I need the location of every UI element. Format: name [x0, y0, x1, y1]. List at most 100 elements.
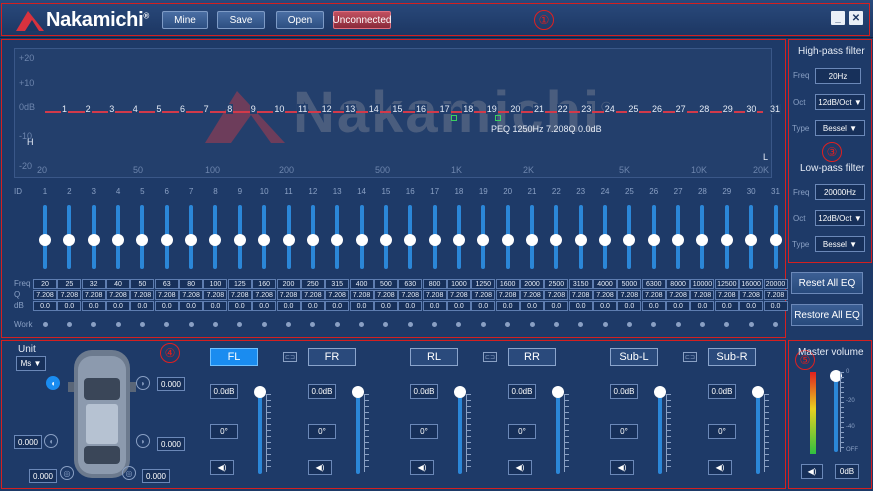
save-button[interactable]: Save	[217, 11, 265, 29]
reset-all-eq-button[interactable]: Reset All EQ	[791, 272, 863, 294]
band-freq-cell[interactable]: 2000	[520, 279, 544, 289]
band-freq-cell[interactable]: 1600	[495, 279, 520, 289]
graph-band-number[interactable]: 7	[202, 104, 210, 114]
band-freq-cell[interactable]: 20000	[763, 279, 788, 289]
band-q-cell[interactable]: 7.208	[57, 290, 82, 300]
channel-gain-knob[interactable]	[552, 386, 564, 398]
channel-gain-knob[interactable]	[752, 386, 764, 398]
band-freq-cell[interactable]: 5000	[617, 279, 642, 289]
link-channels-icon[interactable]: ⊏⊐	[683, 352, 697, 362]
subwoofer-l-icon[interactable]: ◎	[60, 466, 74, 480]
channel-gain-slider[interactable]	[552, 386, 564, 474]
channel-gain-slider[interactable]	[254, 386, 266, 474]
delay-fr-input[interactable]: 0.000	[157, 377, 185, 391]
graph-band-number[interactable]: 26	[651, 104, 664, 114]
band-gain-slider[interactable]	[404, 205, 417, 269]
band-gain-knob[interactable]	[258, 234, 271, 246]
band-freq-cell[interactable]: 800	[422, 279, 447, 289]
band-work-indicator[interactable]	[91, 322, 97, 327]
graph-band-number[interactable]: 3	[108, 104, 116, 114]
graph-band-number[interactable]: 29	[721, 104, 734, 114]
band-work-indicator[interactable]	[310, 322, 316, 327]
channel-gain-slider[interactable]	[454, 386, 466, 474]
band-q-cell[interactable]: 7.208	[252, 290, 277, 300]
band-freq-cell[interactable]: 125	[227, 279, 252, 289]
band-db-cell[interactable]: 0.0	[203, 301, 228, 311]
band-db-cell[interactable]: 0.0	[739, 301, 764, 311]
channel-gain-knob[interactable]	[454, 386, 466, 398]
band-gain-slider[interactable]	[574, 205, 587, 269]
band-gain-knob[interactable]	[574, 234, 587, 246]
band-freq-cell[interactable]: 1000	[446, 279, 471, 289]
selected-band-marker[interactable]	[451, 115, 457, 121]
channel-mute-icon[interactable]: ◀)	[610, 460, 634, 475]
band-gain-slider[interactable]	[112, 205, 125, 269]
channel-gain-slider[interactable]	[352, 386, 364, 474]
band-gain-knob[interactable]	[599, 234, 612, 246]
band-gain-knob[interactable]	[623, 234, 636, 246]
band-db-cell[interactable]: 0.0	[398, 301, 423, 311]
band-work-indicator[interactable]	[212, 322, 218, 327]
band-work-indicator[interactable]	[237, 322, 243, 327]
graph-band-number[interactable]: 15	[391, 104, 404, 114]
band-db-cell[interactable]: 0.0	[471, 301, 496, 311]
band-work-indicator[interactable]	[675, 322, 681, 327]
channel-phase-button[interactable]: 0°	[308, 424, 336, 439]
band-freq-cell[interactable]: 1250	[471, 279, 496, 289]
graph-band-number[interactable]: 25	[627, 104, 640, 114]
band-gain-slider[interactable]	[745, 205, 758, 269]
band-db-cell[interactable]: 0.0	[81, 301, 106, 311]
channel-phase-button[interactable]: 0°	[508, 424, 536, 439]
band-work-indicator[interactable]	[651, 322, 657, 327]
band-freq-cell[interactable]: 500	[373, 279, 398, 289]
band-db-cell[interactable]: 0.0	[130, 301, 155, 311]
band-gain-knob[interactable]	[720, 234, 733, 246]
channel-gain-value[interactable]: 0.0dB	[508, 384, 536, 399]
graph-band-number[interactable]: 5	[155, 104, 163, 114]
channel-mute-icon[interactable]: ◀)	[508, 460, 532, 475]
band-work-indicator[interactable]	[383, 322, 389, 327]
band-gain-knob[interactable]	[39, 234, 51, 246]
band-work-indicator[interactable]	[164, 322, 170, 327]
graph-band-number[interactable]: 17	[438, 104, 451, 114]
band-q-cell[interactable]: 7.208	[227, 290, 252, 300]
band-q-cell[interactable]: 7.208	[446, 290, 471, 300]
band-freq-cell[interactable]: 32	[81, 279, 106, 289]
band-db-cell[interactable]: 0.0	[106, 301, 131, 311]
band-gain-slider[interactable]	[87, 205, 100, 269]
band-q-cell[interactable]: 7.208	[471, 290, 496, 300]
channel-phase-button[interactable]: 0°	[410, 424, 438, 439]
band-freq-cell[interactable]: 3150	[568, 279, 593, 289]
speaker-fl-icon[interactable]: ◖	[46, 376, 60, 390]
channel-button-rl[interactable]: RL	[410, 348, 458, 366]
band-gain-knob[interactable]	[160, 234, 173, 246]
band-work-indicator[interactable]	[286, 322, 291, 327]
band-gain-knob[interactable]	[672, 234, 685, 246]
highpass-freq-input[interactable]: 20Hz	[815, 68, 861, 84]
channel-mute-icon[interactable]: ◀)	[410, 460, 434, 475]
graph-band-number[interactable]: 18	[462, 104, 475, 114]
band-db-cell[interactable]: 0.0	[568, 301, 593, 311]
graph-band-number[interactable]: 1	[61, 104, 69, 114]
connection-status-button[interactable]: Unconnected	[333, 11, 391, 29]
graph-band-number[interactable]: 20	[509, 104, 522, 114]
band-gain-knob[interactable]	[185, 234, 198, 246]
band-work-indicator[interactable]	[66, 322, 72, 327]
band-db-cell[interactable]: 0.0	[300, 301, 325, 311]
band-q-cell[interactable]: 7.208	[495, 290, 520, 300]
graph-band-number[interactable]: 16	[415, 104, 428, 114]
band-q-cell[interactable]: 7.208	[276, 290, 301, 300]
band-db-cell[interactable]: 0.0	[763, 301, 788, 311]
band-gain-knob[interactable]	[209, 234, 222, 246]
band-work-indicator[interactable]	[748, 322, 754, 327]
band-work-indicator[interactable]	[432, 322, 438, 327]
band-work-indicator[interactable]	[553, 322, 559, 327]
band-freq-cell[interactable]: 40	[106, 279, 131, 289]
band-q-cell[interactable]: 7.208	[739, 290, 764, 300]
band-gain-knob[interactable]	[696, 234, 709, 246]
band-freq-cell[interactable]: 160	[252, 279, 277, 289]
band-gain-slider[interactable]	[209, 205, 222, 269]
band-gain-slider[interactable]	[63, 205, 76, 269]
band-gain-slider[interactable]	[233, 205, 246, 269]
channel-button-rr[interactable]: RR	[508, 348, 556, 366]
